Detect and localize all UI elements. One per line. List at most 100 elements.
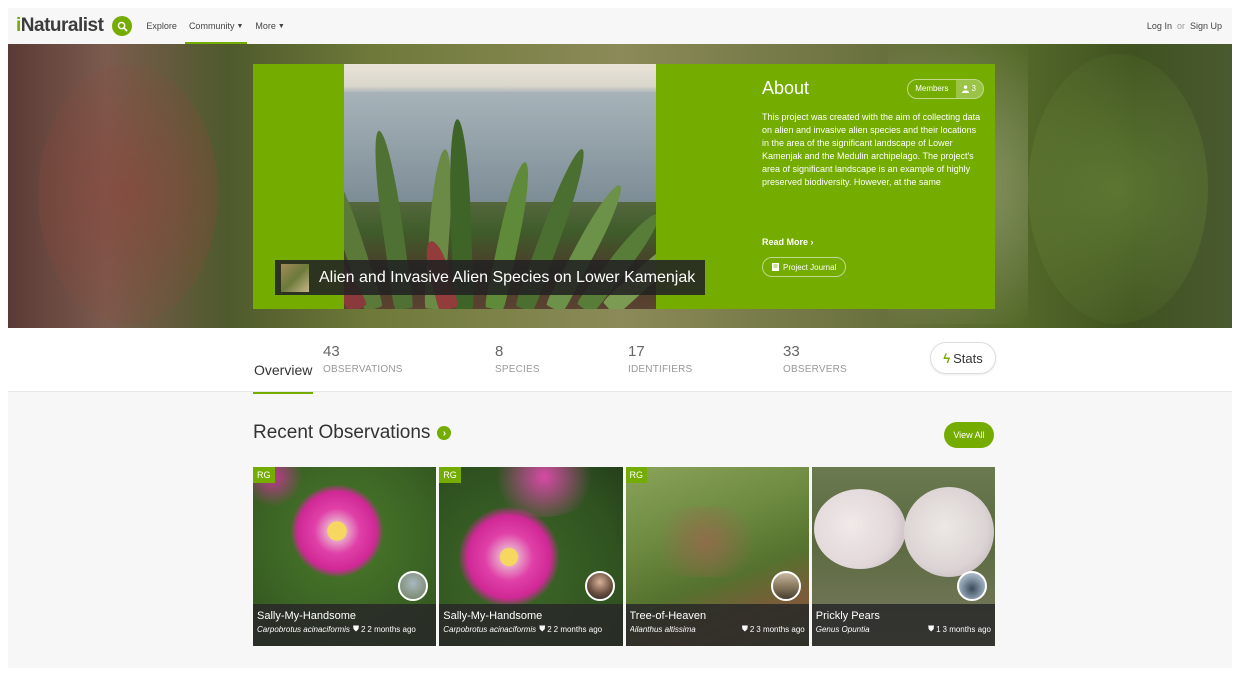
project-stats-bar: Overview 43 OBSERVATIONS 8 SPECIES 17 ID… (8, 328, 1232, 394)
recent-observations-heading[interactable]: Recent Observations › (253, 422, 452, 444)
identification-icon: ⛊ (352, 624, 359, 633)
stat-identifiers[interactable]: 17 IDENTIFIERS (628, 343, 692, 375)
observation-info: Sally-My-Handsome Carpobrotus acinacifor… (253, 604, 437, 646)
arrow-right-circle-icon: › (437, 426, 452, 440)
project-journal-button[interactable]: Project Journal (762, 257, 847, 277)
observation-time: 3 months ago (942, 624, 991, 634)
signup-link[interactable]: Sign Up (1190, 21, 1222, 31)
identification-count: 1 (936, 624, 941, 634)
research-grade-badge: RG (253, 467, 275, 483)
cactus-pad-shape (813, 489, 906, 569)
chevron-down-icon: ▼ (277, 22, 285, 30)
members-count: 3 (971, 84, 976, 93)
identification-icon: ⛊ (539, 624, 546, 633)
observation-time: 2 months ago (367, 624, 416, 634)
nav-more-label: More (255, 21, 276, 31)
top-navbar: i Naturalist Explore Community ▼ More ▼ L… (8, 8, 1232, 44)
project-icon (281, 263, 309, 292)
observation-card[interactable]: Prickly Pears Genus Opuntia ⛊ 1 3 months… (811, 467, 995, 646)
identification-count: 2 (749, 624, 755, 634)
observer-avatar[interactable] (770, 571, 801, 601)
search-button[interactable] (112, 16, 133, 36)
read-more-link[interactable]: Read More › (762, 237, 984, 247)
stats-button[interactable]: ϟ Stats (930, 342, 996, 374)
identification-icon: ⛊ (928, 624, 935, 633)
identification-count: 2 (547, 624, 552, 634)
observation-scientific-name: Carpobrotus acinaciformis (257, 624, 350, 634)
nav-explore[interactable]: Explore (146, 8, 177, 44)
observation-card[interactable]: RG Tree-of-Heaven Ailanthus altissima ⛊ … (625, 467, 809, 646)
hero-background-blur (38, 64, 218, 324)
cactus-pad-shape (903, 487, 994, 577)
logo-text: Naturalist (20, 15, 104, 36)
login-link[interactable]: Log In (1147, 21, 1172, 31)
user-icon (961, 84, 969, 93)
project-hero-banner: Alien and Invasive Alien Species on Lowe… (8, 44, 1232, 328)
observation-stats: ⛊ 2 3 months ago (739, 624, 805, 634)
stat-identifiers-count: 17 (628, 343, 645, 360)
observer-avatar[interactable] (584, 571, 615, 601)
recent-observations-grid: RG Sally-My-Handsome Carpobrotus acinaci… (253, 467, 995, 646)
observation-meta: Ailanthus altissima ⛊ 2 3 months ago (630, 624, 805, 634)
nav-community[interactable]: Community ▼ (184, 8, 248, 44)
stat-observers-label: OBSERVERS (783, 364, 847, 375)
observation-stats: ⛊ 2 2 months ago (536, 624, 602, 634)
observation-common-name: Tree-of-Heaven (629, 610, 707, 622)
stat-observations-label: OBSERVATIONS (323, 364, 403, 375)
observation-info: Prickly Pears Genus Opuntia ⛊ 1 3 months… (811, 604, 995, 646)
about-panel: About Members 3 This project was created… (762, 78, 984, 277)
members-button[interactable]: Members 3 (907, 78, 984, 99)
inaturalist-logo[interactable]: i Naturalist (16, 15, 104, 37)
search-icon (117, 21, 128, 31)
observation-card[interactable]: RG Sally-My-Handsome Carpobrotus acinaci… (439, 467, 623, 646)
stat-species-count: 8 (495, 343, 504, 360)
stat-observations-count: 43 (323, 343, 340, 360)
research-grade-badge: RG (625, 467, 647, 483)
view-all-label: View All (953, 430, 985, 440)
or-text: or (1176, 21, 1185, 31)
observation-info: Sally-My-Handsome Carpobrotus acinacifor… (439, 604, 623, 646)
observation-common-name: Prickly Pears (815, 610, 880, 622)
observation-meta: Carpobrotus acinaciformis ⛊ 2 2 months a… (257, 624, 432, 634)
page-frame: i Naturalist Explore Community ▼ More ▼ L… (8, 8, 1232, 668)
observer-avatar[interactable] (957, 571, 987, 601)
observation-meta: Genus Opuntia ⛊ 1 3 months ago (816, 624, 991, 634)
observation-card[interactable]: RG Sally-My-Handsome Carpobrotus acinaci… (253, 467, 437, 646)
nav-explore-label: Explore (146, 21, 177, 31)
project-title: Alien and Invasive Alien Species on Lowe… (319, 268, 696, 286)
view-all-button[interactable]: View All (944, 422, 994, 448)
observation-scientific-name: Genus Opuntia (815, 624, 870, 634)
nav-more[interactable]: More ▼ (255, 8, 284, 44)
nav-community-label: Community (188, 21, 235, 31)
observation-time: 3 months ago (756, 624, 805, 634)
lightning-icon: ϟ (943, 350, 951, 366)
project-journal-label: Project Journal (783, 262, 837, 272)
stat-species-label: SPECIES (495, 364, 540, 375)
stat-observations[interactable]: 43 OBSERVATIONS (323, 343, 403, 375)
members-count-badge: 3 (955, 79, 983, 98)
identification-icon: ⛊ (741, 624, 748, 633)
stats-button-label: Stats (953, 350, 983, 366)
members-label: Members (915, 84, 949, 93)
observation-time: 2 months ago (553, 624, 603, 634)
observation-info: Tree-of-Heaven Ailanthus altissima ⛊ 2 3… (625, 604, 809, 646)
observation-common-name: Sally-My-Handsome (443, 610, 543, 622)
flower-shape (459, 507, 560, 607)
observation-common-name: Sally-My-Handsome (257, 610, 357, 622)
stat-observers[interactable]: 33 OBSERVERS (783, 343, 847, 375)
recent-observations-title: Recent Observations (253, 422, 431, 443)
stat-observers-count: 33 (783, 343, 800, 360)
journal-icon (772, 263, 779, 271)
about-header: About Members 3 (762, 78, 984, 99)
stat-identifiers-label: IDENTIFIERS (628, 364, 693, 375)
observation-stats: ⛊ 1 3 months ago (925, 624, 991, 634)
observation-meta: Carpobrotus acinaciformis ⛊ 2 2 months a… (443, 624, 618, 634)
project-title-bar: Alien and Invasive Alien Species on Lowe… (275, 260, 706, 295)
tab-overview[interactable]: Overview (253, 346, 314, 394)
stat-species[interactable]: 8 SPECIES (495, 343, 540, 375)
chevron-down-icon: ▼ (236, 22, 244, 30)
read-more-label: Read More (762, 237, 809, 247)
observation-stats: ⛊ 2 2 months ago (350, 624, 416, 634)
about-title: About (762, 78, 810, 98)
identification-count: 2 (360, 624, 366, 634)
